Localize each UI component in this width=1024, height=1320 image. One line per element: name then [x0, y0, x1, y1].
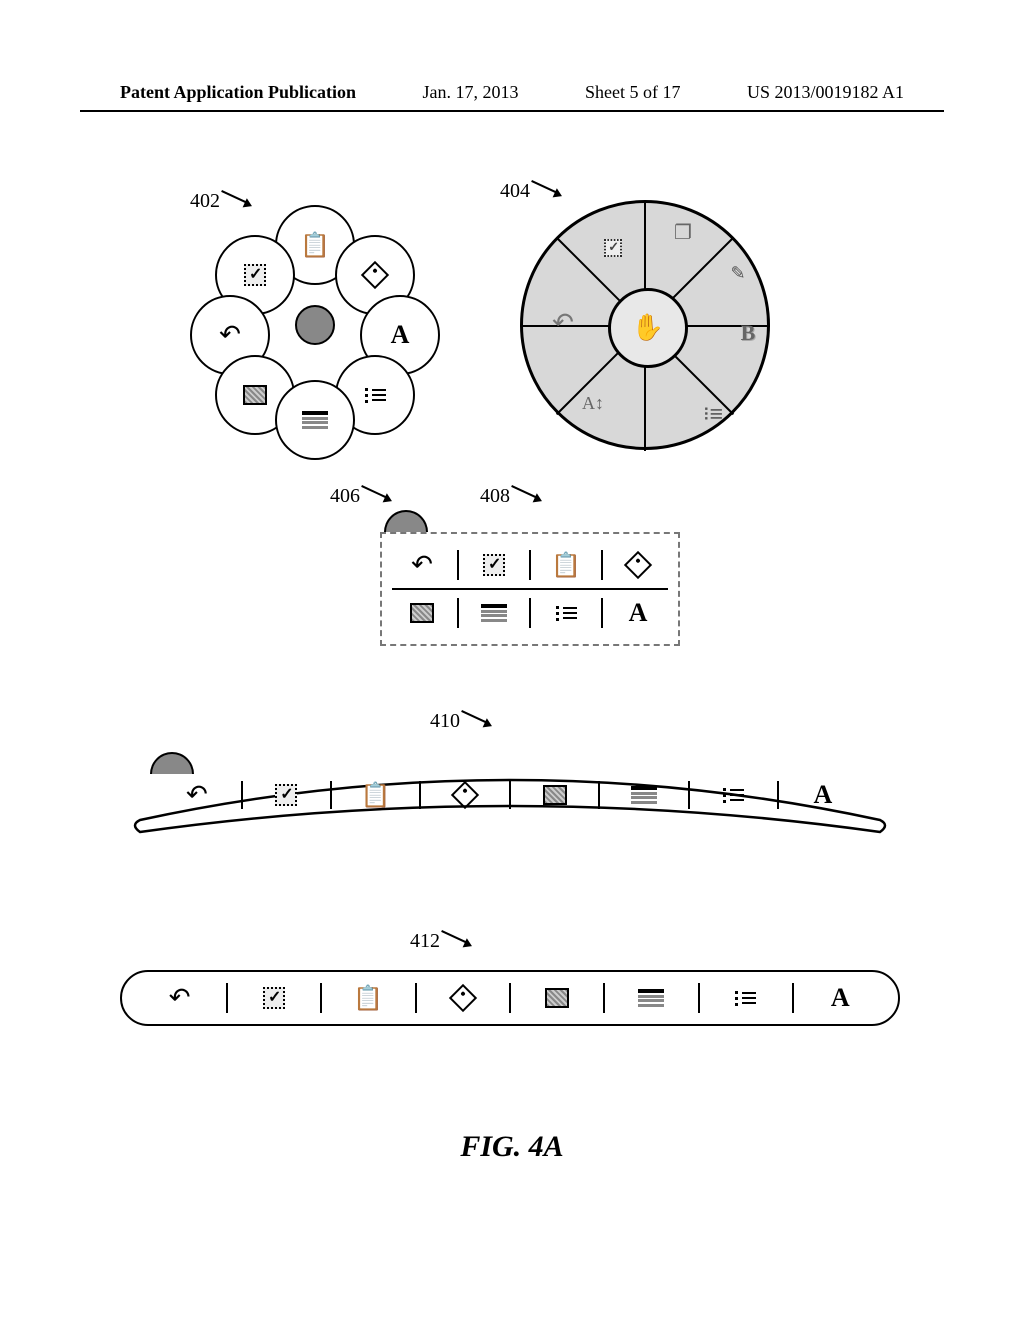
lines-icon: [481, 604, 507, 622]
wheel-menu[interactable]: ❐ ✎ ↶ B A↕ ✋: [520, 200, 770, 450]
box-bullets[interactable]: [541, 596, 591, 630]
image-icon: [545, 988, 569, 1008]
box-image[interactable]: [397, 596, 447, 630]
undo-icon: ↶: [169, 983, 191, 1013]
header-sheet: Sheet 5 of 17: [585, 82, 680, 103]
box-row-1: ↶ 📋: [392, 542, 668, 588]
a-arrows-icon: A↕: [582, 393, 604, 414]
ref-412: 412: [410, 930, 472, 953]
arc-tag[interactable]: [435, 778, 495, 812]
header-left: Patent Application Publication: [120, 82, 356, 103]
wheel-a-arrows[interactable]: A↕: [573, 388, 613, 418]
box-grab-handle[interactable]: [384, 510, 428, 532]
wheel-copy[interactable]: ❐: [663, 217, 703, 247]
box-tag[interactable]: [613, 548, 663, 582]
image-icon: [243, 385, 267, 405]
undo-icon: ↶: [219, 320, 241, 350]
wheel-check[interactable]: [593, 233, 633, 263]
box-check[interactable]: [469, 548, 519, 582]
flower-hub[interactable]: [295, 305, 335, 345]
bar-a[interactable]: A: [807, 981, 873, 1015]
wheel-undo[interactable]: ↶: [543, 308, 583, 338]
bullets-icon: [723, 788, 744, 803]
letter-b-icon: B: [741, 320, 756, 346]
box-a[interactable]: A: [613, 596, 663, 630]
tag-icon: [624, 551, 652, 579]
ref-406: 406: [330, 485, 392, 508]
box-clipboard[interactable]: 📋: [541, 548, 591, 582]
arc-image[interactable]: [525, 778, 585, 812]
header-date: Jan. 17, 2013: [423, 82, 519, 103]
brush-icon: ✎: [730, 263, 745, 284]
figure-label: FIG. 4A: [80, 1130, 944, 1164]
box-undo[interactable]: ↶: [397, 548, 447, 582]
ref-404: 404: [500, 180, 562, 203]
image-icon: [543, 785, 567, 805]
wheel-brush[interactable]: ✎: [718, 258, 758, 288]
copy-icon: ❐: [674, 220, 692, 245]
clipboard-icon: 📋: [551, 551, 581, 580]
hand-icon: ✋: [632, 313, 664, 343]
bar-tag[interactable]: [430, 981, 496, 1015]
petal-lines[interactable]: [275, 380, 355, 460]
arc-clipboard[interactable]: 📋: [346, 778, 406, 812]
wheel-bullets[interactable]: [693, 398, 733, 428]
wheel-hub[interactable]: ✋: [608, 288, 688, 368]
figure-canvas: 402 404 406 408 410 412 📋 ↶ A ❐ ✎: [80, 130, 944, 1260]
arc-undo[interactable]: ↶: [167, 778, 227, 812]
bar-image[interactable]: [524, 981, 590, 1015]
wheel-b[interactable]: B: [728, 318, 768, 348]
bar-lines[interactable]: [618, 981, 684, 1015]
arc-check[interactable]: [256, 778, 316, 812]
check-icon: [263, 987, 285, 1009]
box-body: ↶ 📋 A: [380, 532, 680, 646]
check-icon: [604, 239, 622, 257]
lines-icon: [638, 989, 664, 1007]
undo-icon: ↶: [186, 780, 208, 810]
bar-undo[interactable]: ↶: [147, 981, 213, 1015]
clipboard-icon: 📋: [353, 984, 383, 1013]
undo-icon: ↶: [552, 308, 574, 338]
arc-bullets[interactable]: [703, 778, 763, 812]
bullets-icon: [705, 407, 722, 419]
letter-a-icon: A: [831, 983, 850, 1013]
bar-clipboard[interactable]: 📋: [335, 981, 401, 1015]
undo-icon: ↶: [411, 550, 433, 580]
header-pubno: US 2013/0019182 A1: [747, 82, 904, 103]
box-menu[interactable]: ↶ 📋 A: [380, 510, 680, 646]
ref-410: 410: [430, 710, 492, 733]
tag-icon: [361, 261, 389, 289]
flower-menu[interactable]: 📋 ↶ A: [200, 210, 430, 440]
lines-icon: [302, 411, 328, 429]
lines-icon: [631, 786, 657, 804]
arc-lines[interactable]: [614, 778, 674, 812]
letter-a-icon: A: [629, 598, 648, 628]
bullets-icon: [556, 606, 577, 621]
ref-408: 408: [480, 485, 542, 508]
box-lines[interactable]: [469, 596, 519, 630]
header-rule: [80, 110, 944, 112]
arc-menu[interactable]: ↶ 📋 A: [120, 750, 900, 840]
check-icon: [275, 784, 297, 806]
bullets-icon: [365, 388, 386, 403]
check-icon: [244, 264, 266, 286]
arc-a[interactable]: A: [793, 778, 853, 812]
clipboard-icon: 📋: [361, 781, 391, 810]
bar-check[interactable]: [241, 981, 307, 1015]
straight-menu[interactable]: ↶ 📋 A: [120, 970, 900, 1026]
clipboard-icon: 📋: [300, 231, 330, 260]
page-header: Patent Application Publication Jan. 17, …: [0, 82, 1024, 103]
box-row-2: A: [392, 588, 668, 636]
arc-items: ↶ 📋 A: [160, 778, 860, 812]
tag-icon: [451, 781, 479, 809]
tag-icon: [449, 984, 477, 1012]
bar-bullets[interactable]: [713, 981, 779, 1015]
check-icon: [483, 554, 505, 576]
letter-a-icon: A: [814, 780, 833, 810]
letter-a-icon: A: [391, 320, 410, 350]
bullets-icon: [735, 991, 756, 1006]
image-icon: [410, 603, 434, 623]
